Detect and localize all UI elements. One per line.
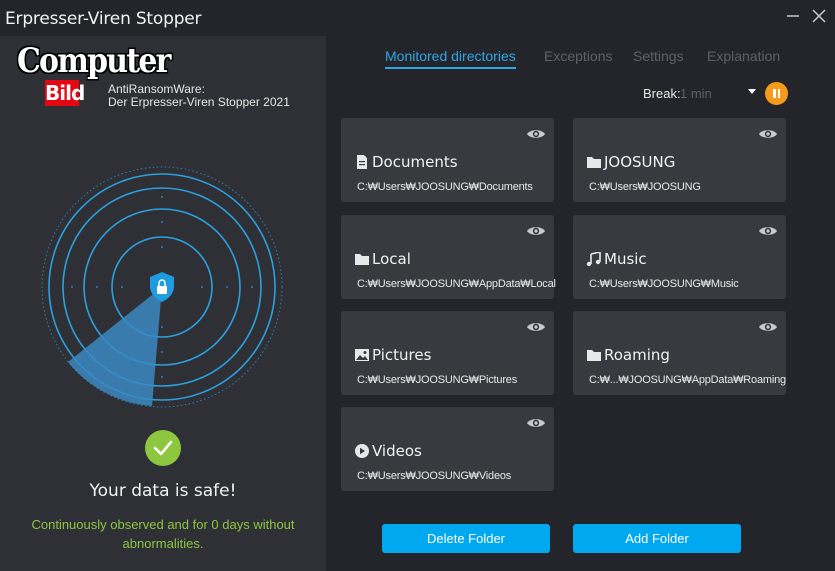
music-icon <box>586 252 601 266</box>
folder-name: Music <box>604 250 647 268</box>
folder-name: Pictures <box>372 346 432 364</box>
break-duration-value: 1 min <box>680 86 712 101</box>
chevron-down-icon <box>748 89 756 94</box>
break-label: Break: <box>643 86 681 101</box>
play-icon <box>355 444 369 458</box>
eye-icon[interactable] <box>758 320 778 334</box>
folder-card-roaming[interactable]: Roaming C:₩...₩JOOSUNG₩AppData₩Roaming <box>573 311 786 395</box>
logo-text: Computer <box>17 41 171 81</box>
folder-card-documents[interactable]: Documents C:₩Users₩JOOSUNG₩Documents <box>341 118 554 202</box>
folder-card-music[interactable]: Music C:₩Users₩JOOSUNG₩Music <box>573 215 786 299</box>
eye-icon[interactable] <box>526 224 546 238</box>
folder-path: C:₩Users₩JOOSUNG₩Pictures <box>357 374 518 386</box>
folder-icon <box>355 254 369 265</box>
pause-button[interactable] <box>765 82 788 105</box>
tab-settings[interactable]: Settings <box>633 48 684 64</box>
folder-name: Roaming <box>604 346 670 364</box>
folder-card-local[interactable]: Local C:₩Users₩JOOSUNG₩AppData₩Local <box>341 215 556 299</box>
folder-name: Videos <box>372 442 422 460</box>
folder-card-pictures[interactable]: Pictures C:₩Users₩JOOSUNG₩Pictures <box>341 311 554 395</box>
document-icon <box>357 155 367 169</box>
radar-scanner <box>41 166 283 408</box>
title-bar: Erpresser-Viren Stopper <box>0 0 835 36</box>
logo-sub: Bild <box>45 80 85 106</box>
folder-path: C:₩Users₩JOOSUNG₩Documents <box>357 181 533 193</box>
window-title: Erpresser-Viren Stopper <box>5 9 202 29</box>
close-icon <box>812 9 826 23</box>
folder-card-joosung[interactable]: JOOSUNG C:₩Users₩JOOSUNG <box>573 118 786 202</box>
folder-card-videos[interactable]: Videos C:₩Users₩JOOSUNG₩Videos <box>341 407 554 491</box>
main-panel: Monitored directories Exceptions Setting… <box>326 36 835 571</box>
folder-path: C:₩Users₩JOOSUNG₩Music <box>589 278 739 290</box>
folder-path: C:₩Users₩JOOSUNG₩Videos <box>357 470 512 482</box>
status-note: Continuously observed and for 0 days wit… <box>31 517 295 551</box>
tab-explanation[interactable]: Explanation <box>707 48 780 64</box>
add-folder-button[interactable]: Add Folder <box>573 524 741 553</box>
minimize-button[interactable] <box>782 6 804 28</box>
folder-icon <box>587 157 601 168</box>
folder-path: C:₩Users₩JOOSUNG₩AppData₩Local <box>357 278 556 290</box>
tab-monitored-directories[interactable]: Monitored directories <box>385 48 516 69</box>
status-headline: Your data is safe! <box>89 481 237 501</box>
eye-icon[interactable] <box>526 416 546 430</box>
break-duration-select[interactable]: 1 min <box>680 86 756 104</box>
product-line-2: Der Erpresser-Viren Stopper 2021 <box>108 95 290 109</box>
status-area: Your data is safe! Continuously observed… <box>0 430 326 553</box>
product-name: AntiRansomWare: Der Erpresser-Viren Stop… <box>108 83 290 109</box>
eye-icon[interactable] <box>758 224 778 238</box>
folder-path: C:₩...₩JOOSUNG₩AppData₩Roaming <box>589 374 786 386</box>
eye-icon[interactable] <box>526 127 546 141</box>
folder-icon <box>587 350 601 361</box>
minimize-icon <box>787 15 799 17</box>
folder-name: JOOSUNG <box>604 153 676 171</box>
eye-icon[interactable] <box>758 127 778 141</box>
close-button[interactable] <box>808 6 830 28</box>
delete-folder-button[interactable]: Delete Folder <box>382 524 550 553</box>
check-icon <box>145 430 181 466</box>
folder-name: Documents <box>372 153 458 171</box>
status-panel: Computer Bild AntiRansomWare: Der Erpres… <box>0 36 326 571</box>
image-icon <box>355 349 369 361</box>
eye-icon[interactable] <box>526 320 546 334</box>
tab-exceptions[interactable]: Exceptions <box>544 48 612 64</box>
folder-path: C:₩Users₩JOOSUNG <box>589 181 701 193</box>
folder-name: Local <box>372 250 411 268</box>
